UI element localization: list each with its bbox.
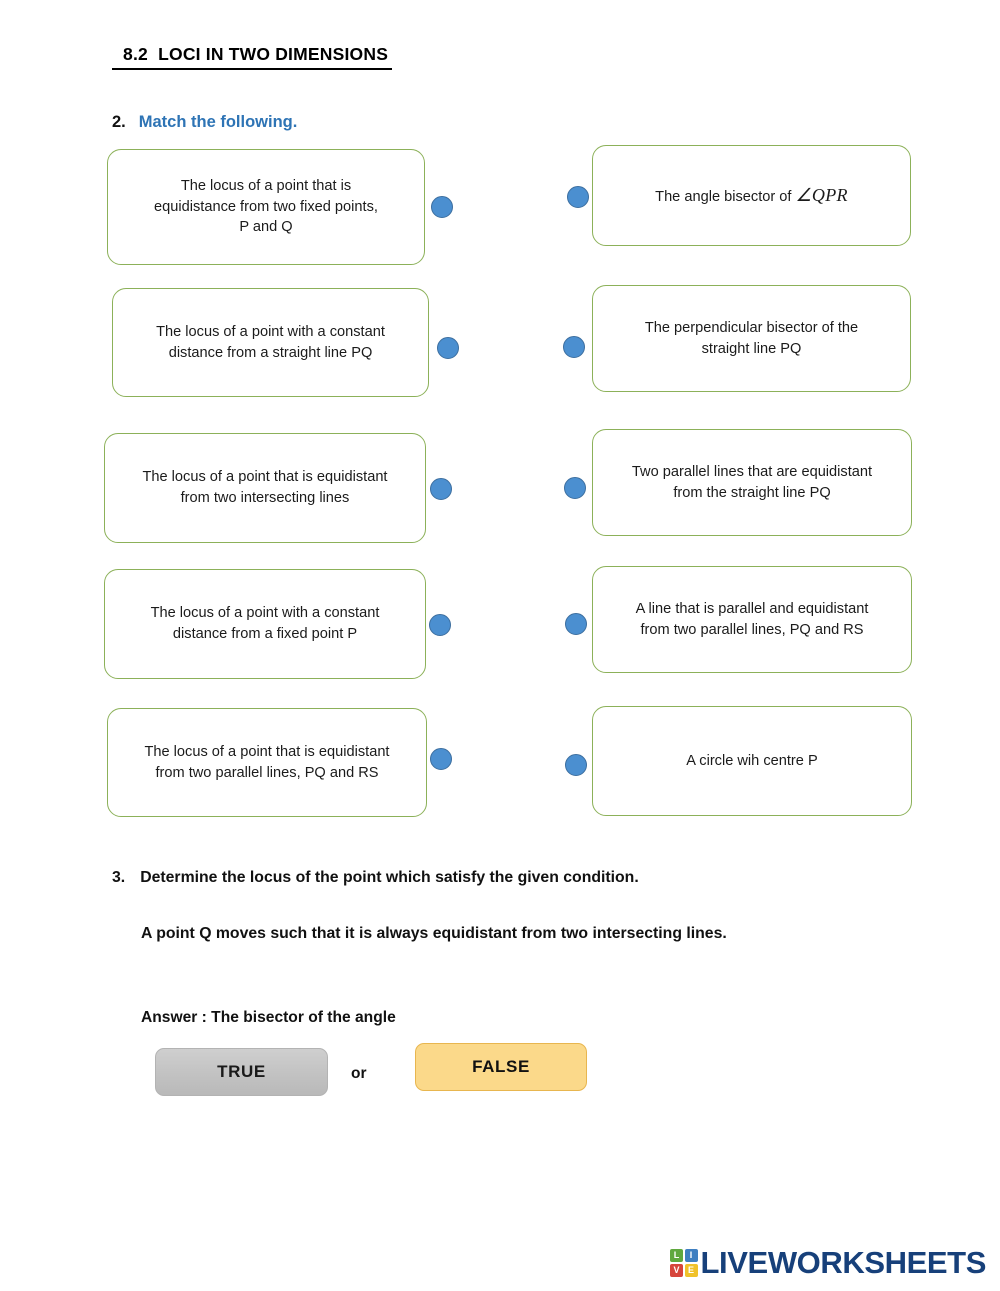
match-left-line3-1: P and Q bbox=[239, 219, 293, 236]
match-right-line2-4: from two parallel lines, PQ and RS bbox=[640, 621, 864, 638]
match-left-box-2[interactable]: The locus of a point with a constant dis… bbox=[112, 288, 429, 397]
match-left-box-1[interactable]: The locus of a point that is equidistanc… bbox=[107, 149, 425, 265]
match-right-text-2: The perpendicular bisector of the straig… bbox=[645, 318, 858, 359]
match-right-line1-5: A circle wih centre P bbox=[686, 752, 818, 769]
match-left-line1-1: The locus of a point that is bbox=[180, 177, 352, 194]
match-left-box-4[interactable]: The locus of a point with a constant dis… bbox=[104, 569, 426, 679]
match-right-connector-dot-2[interactable] bbox=[563, 336, 585, 358]
true-button[interactable]: TRUE bbox=[155, 1048, 328, 1096]
match-right-box-5[interactable]: A circle wih centre P bbox=[592, 706, 912, 816]
match-left-line2-4: distance from a fixed point P bbox=[172, 626, 358, 642]
match-right-connector-dot-1[interactable] bbox=[567, 186, 589, 208]
match-right-line1-2: The perpendicular bisector of the bbox=[644, 319, 859, 336]
match-left-connector-dot-3[interactable] bbox=[430, 478, 452, 500]
logo-tile-v: V bbox=[670, 1263, 684, 1277]
question-3-instruction: Determine the locus of the point which s… bbox=[140, 869, 639, 886]
match-left-text-1: The locus of a point that is equidistanc… bbox=[154, 176, 378, 238]
match-right-line2-3: from the straight line PQ bbox=[673, 484, 831, 501]
match-right-line1-1: The angle bisector of bbox=[655, 188, 796, 205]
match-left-line1-3: The locus of a point that is equidistant bbox=[142, 469, 388, 486]
match-right-box-2[interactable]: The perpendicular bisector of the straig… bbox=[592, 285, 911, 392]
match-left-connector-dot-2[interactable] bbox=[437, 337, 459, 359]
match-left-text-2: The locus of a point with a constant dis… bbox=[156, 322, 385, 363]
match-left-box-3[interactable]: The locus of a point that is equidistant… bbox=[104, 433, 426, 543]
match-right-text-5: A circle wih centre P bbox=[686, 751, 817, 772]
logo-tile-l: L bbox=[670, 1249, 684, 1263]
true-false-controls: TRUE or FALSE bbox=[155, 1043, 625, 1105]
match-right-line1-4: A line that is parallel and equidistant bbox=[635, 600, 869, 617]
matching-exercise: The locus of a point that is equidistanc… bbox=[0, 0, 1000, 830]
match-right-text-3: Two parallel lines that are equidistant … bbox=[632, 462, 872, 503]
question-3-number: 3. bbox=[112, 869, 126, 886]
question-3-header: 3. Determine the locus of the point whic… bbox=[112, 869, 639, 887]
angle-qpr-math: ∠QPR bbox=[795, 184, 848, 205]
logo-tile-e: E bbox=[684, 1263, 698, 1277]
match-left-text-3: The locus of a point that is equidistant… bbox=[142, 467, 387, 508]
match-right-box-1[interactable]: The angle bisector of ∠QPR bbox=[592, 145, 911, 246]
match-left-line1-5: The locus of a point that is equidistant bbox=[144, 743, 390, 760]
match-left-box-5[interactable]: The locus of a point that is equidistant… bbox=[107, 708, 427, 817]
match-right-connector-dot-3[interactable] bbox=[564, 477, 586, 499]
match-left-line2-1: equidistance from two fixed points, bbox=[154, 198, 378, 215]
question-3-condition: A point Q moves such that it is always e… bbox=[141, 925, 727, 942]
or-label: or bbox=[351, 1065, 367, 1082]
match-left-line2-5: from two parallel lines, PQ and RS bbox=[155, 764, 379, 781]
match-right-text-4: A line that is parallel and equidistant … bbox=[636, 599, 869, 640]
false-button[interactable]: FALSE bbox=[415, 1043, 587, 1091]
match-left-line1-4: The locus of a point with a constant bbox=[150, 605, 380, 622]
match-left-connector-dot-4[interactable] bbox=[429, 614, 451, 636]
match-right-text-1: The angle bisector of ∠QPR bbox=[655, 183, 848, 209]
match-left-line1-2: The locus of a point with a constant bbox=[156, 323, 385, 340]
liveworksheets-logo-tiles: L I V E bbox=[670, 1249, 698, 1277]
match-right-line2-2: straight line PQ bbox=[701, 340, 802, 357]
match-right-connector-dot-5[interactable] bbox=[565, 754, 587, 776]
match-left-line2-3: from two intersecting lines bbox=[180, 490, 350, 506]
match-right-connector-dot-4[interactable] bbox=[565, 613, 587, 635]
liveworksheets-wordmark: LIVEWORKSHEETS bbox=[700, 1245, 987, 1280]
match-right-line1-3: Two parallel lines that are equidistant bbox=[631, 463, 873, 480]
match-left-connector-dot-1[interactable] bbox=[431, 196, 453, 218]
match-left-text-4: The locus of a point with a constant dis… bbox=[151, 603, 380, 644]
match-right-box-3[interactable]: Two parallel lines that are equidistant … bbox=[592, 429, 912, 536]
match-left-connector-dot-5[interactable] bbox=[430, 748, 452, 770]
match-left-text-5: The locus of a point that is equidistant… bbox=[144, 742, 389, 783]
match-left-line2-2: distance from a straight line PQ bbox=[168, 344, 373, 361]
liveworksheets-logo: L I V E LIVEWORKSHEETS bbox=[670, 1245, 986, 1281]
logo-tile-i: I bbox=[684, 1249, 698, 1263]
answer-label: Answer : The bisector of the angle bbox=[141, 1009, 396, 1026]
match-right-box-4[interactable]: A line that is parallel and equidistant … bbox=[592, 566, 912, 673]
